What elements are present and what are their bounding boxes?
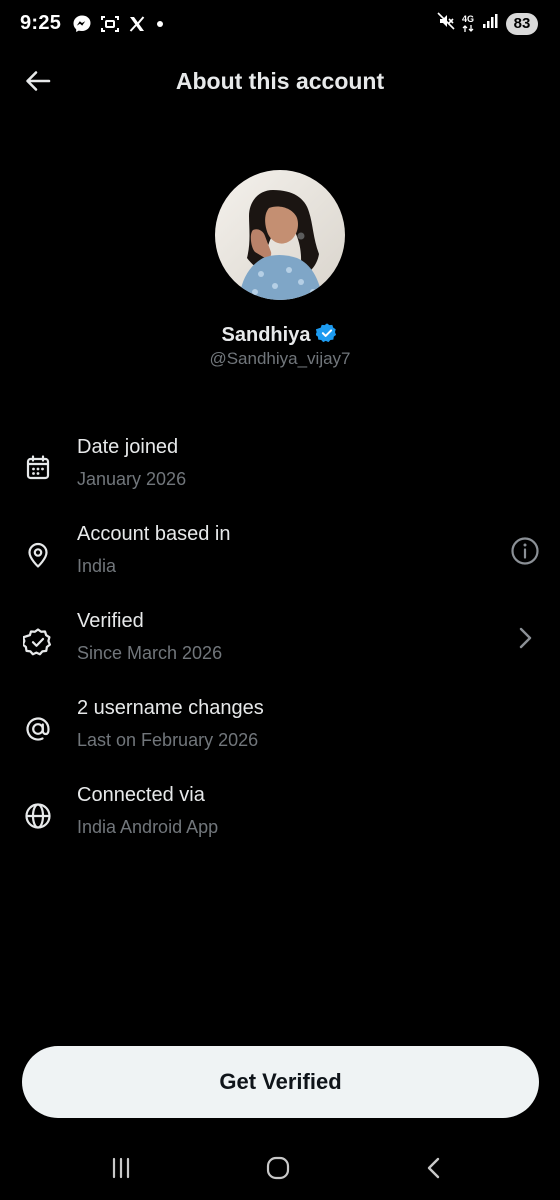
info-item-verified[interactable]: Verified Since March 2026 [0,610,560,690]
mute-icon [437,12,455,35]
network-label: 4G [461,13,474,24]
header: About this account [0,55,560,111]
get-verified-button[interactable]: Get Verified [22,1046,539,1118]
globe-icon [22,800,54,832]
home-icon [265,1155,291,1186]
signal-icon [481,12,499,35]
info-subtitle: Since March 2026 [77,643,223,663]
dot-icon [154,18,166,30]
info-icon [510,536,540,571]
recent-apps-icon [109,1156,133,1185]
info-button[interactable] [508,536,542,570]
chevron-right-button[interactable] [508,623,542,657]
info-subtitle: India [77,556,117,576]
verified-badge-icon [315,322,338,349]
nav-back-button[interactable] [414,1154,454,1186]
recent-apps-button[interactable] [101,1154,141,1186]
display-name: Sandhiya [221,324,311,346]
verified-badge-icon [22,626,54,658]
status-right-icons: 4G 83 [437,12,538,35]
handle: @Sandhiya_vijay7 [209,349,351,368]
status-left-icons [72,14,166,34]
info-item-username-changes: 2 username changes Last on February 2026 [0,697,560,777]
info-title: 2 username changes [77,697,264,719]
info-title: Connected via [77,784,205,806]
avatar[interactable] [215,170,345,300]
location-pin-icon [22,539,54,571]
info-item-connected-via: Connected via India Android App [0,784,560,864]
x-logo-icon [128,15,146,33]
network-icon: 4G [461,13,474,33]
info-subtitle: India Android App [77,817,219,837]
home-button[interactable] [258,1154,298,1186]
calendar-icon [22,452,54,484]
battery-icon: 83 [506,12,538,35]
nav-bar [0,1140,560,1200]
status-time: 9:25 [20,12,62,34]
info-item-account-based-in: Account based in India [0,523,560,603]
info-title: Date joined [77,436,179,458]
info-subtitle: Last on February 2026 [77,730,259,750]
info-title: Verified [77,610,144,632]
messenger-icon [72,14,92,34]
screenshot-icon [100,14,120,34]
info-subtitle: January 2026 [77,469,187,489]
at-sign-icon [22,713,54,745]
status-bar: 9:25 4G 83 [0,0,560,50]
info-item-date-joined: Date joined January 2026 [0,436,560,516]
page-title: About this account [175,68,385,94]
back-icon [423,1155,445,1186]
info-title: Account based in [77,523,231,545]
chevron-right-icon [514,625,536,656]
display-name-row: Sandhiya [0,322,560,349]
